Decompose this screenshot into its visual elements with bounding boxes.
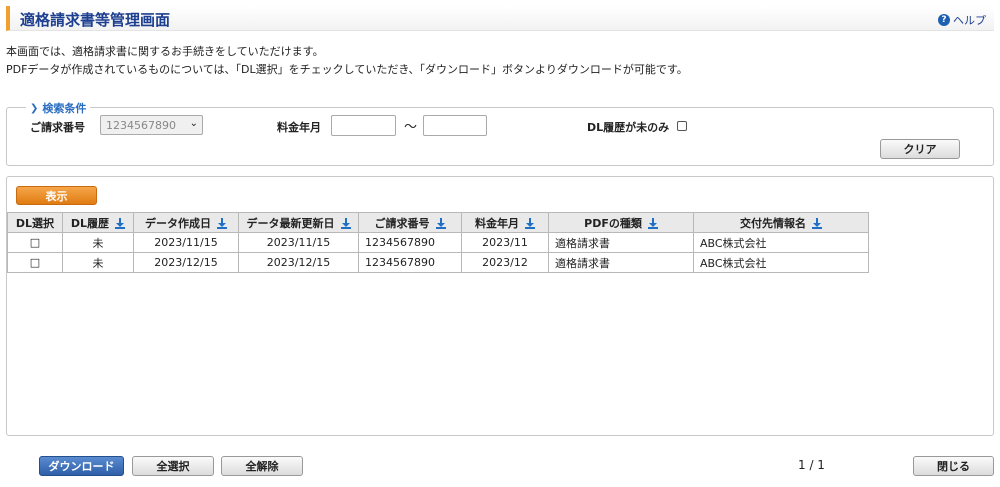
table-row: □ 未 2023/11/15 2023/11/15 1234567890 202… [7, 232, 869, 253]
question-icon: ? [938, 14, 950, 26]
dl-history-cell: 未 [62, 232, 134, 253]
close-button[interactable]: 閉じる [913, 456, 994, 476]
recipient-cell: ABC株式会社 [693, 232, 869, 253]
dl-unhistory-label: DL履歴が未のみ [587, 121, 670, 134]
invoice-number-value: 1234567890 [106, 119, 176, 132]
column-header[interactable]: データ最新更新日 [238, 212, 359, 233]
download-sort-icon[interactable] [340, 218, 351, 229]
page-title: 適格請求書等管理画面 [20, 11, 171, 29]
description-line-2: PDFデータが作成されているものについては、「DL選択」をチェックしていただき、… [6, 63, 688, 76]
billing-month-cell: 2023/11 [461, 232, 549, 253]
dl-unhistory-checkbox[interactable] [677, 121, 687, 131]
column-header[interactable]: DL履歴 [62, 212, 134, 233]
invoice-number-select[interactable]: 1234567890 ⌄ [100, 115, 203, 135]
billing-month-to-input[interactable] [423, 115, 487, 136]
download-sort-icon[interactable] [217, 218, 227, 229]
help-link[interactable]: ? ヘルプ [938, 12, 986, 28]
help-label: ヘルプ [953, 14, 986, 27]
download-sort-icon[interactable] [812, 218, 822, 229]
created-date-cell: 2023/11/15 [133, 232, 239, 253]
billing-month-from-input[interactable] [331, 115, 396, 136]
table-row: □ 未 2023/12/15 2023/12/15 1234567890 202… [7, 252, 869, 273]
updated-date-cell: 2023/11/15 [238, 232, 359, 253]
billing-month-cell: 2023/12 [461, 252, 549, 273]
results-table: DL選択 DL履歴 データ作成日 データ最新更新日 ご請求番号 料金年月 PDF… [7, 212, 869, 273]
download-sort-icon[interactable] [525, 218, 535, 229]
column-header[interactable]: データ作成日 [133, 212, 239, 233]
invoice-number-cell: 1234567890 [358, 232, 462, 253]
invoice-number-label: ご請求番号 [30, 121, 85, 134]
search-legend: ❯ 検索条件 [26, 100, 91, 116]
column-header[interactable]: 料金年月 [461, 212, 549, 233]
updated-date-cell: 2023/12/15 [238, 252, 359, 273]
show-button[interactable]: 表示 [16, 186, 97, 205]
download-sort-icon[interactable] [647, 218, 658, 229]
page-indicator: 1 / 1 [798, 458, 825, 472]
invoice-number-cell: 1234567890 [358, 252, 462, 273]
download-sort-icon[interactable] [115, 218, 126, 229]
dl-select-cell[interactable]: □ [7, 252, 63, 273]
column-header[interactable]: 交付先情報名 [693, 212, 869, 233]
column-header: DL選択 [7, 212, 63, 233]
billing-month-label: 料金年月 [277, 121, 321, 134]
select-all-button[interactable]: 全選択 [132, 456, 214, 476]
description-line-1: 本画面では、適格請求書に関するお手続きをしていただけます。 [6, 45, 324, 58]
dl-select-cell[interactable]: □ [7, 232, 63, 253]
title-bar: 適格請求書等管理画面 ? ヘルプ [6, 6, 994, 31]
column-header[interactable]: ご請求番号 [358, 212, 462, 233]
chevron-right-icon: ❯ [30, 102, 39, 114]
chevron-down-icon: ⌄ [189, 118, 198, 129]
pdf-type-cell: 適格請求書 [548, 232, 694, 253]
created-date-cell: 2023/12/15 [133, 252, 239, 273]
download-sort-icon[interactable] [435, 218, 446, 229]
recipient-cell: ABC株式会社 [693, 252, 869, 273]
clear-button[interactable]: クリア [880, 139, 960, 159]
deselect-all-button[interactable]: 全解除 [221, 456, 303, 476]
dl-history-cell: 未 [62, 252, 134, 273]
table-header-row: DL選択 DL履歴 データ作成日 データ最新更新日 ご請求番号 料金年月 PDF… [7, 212, 869, 233]
download-button[interactable]: ダウンロード [39, 456, 124, 476]
search-legend-label: 検索条件 [42, 102, 87, 115]
column-header[interactable]: PDFの種類 [548, 212, 694, 233]
pdf-type-cell: 適格請求書 [548, 252, 694, 273]
range-separator: 〜 [404, 120, 418, 135]
